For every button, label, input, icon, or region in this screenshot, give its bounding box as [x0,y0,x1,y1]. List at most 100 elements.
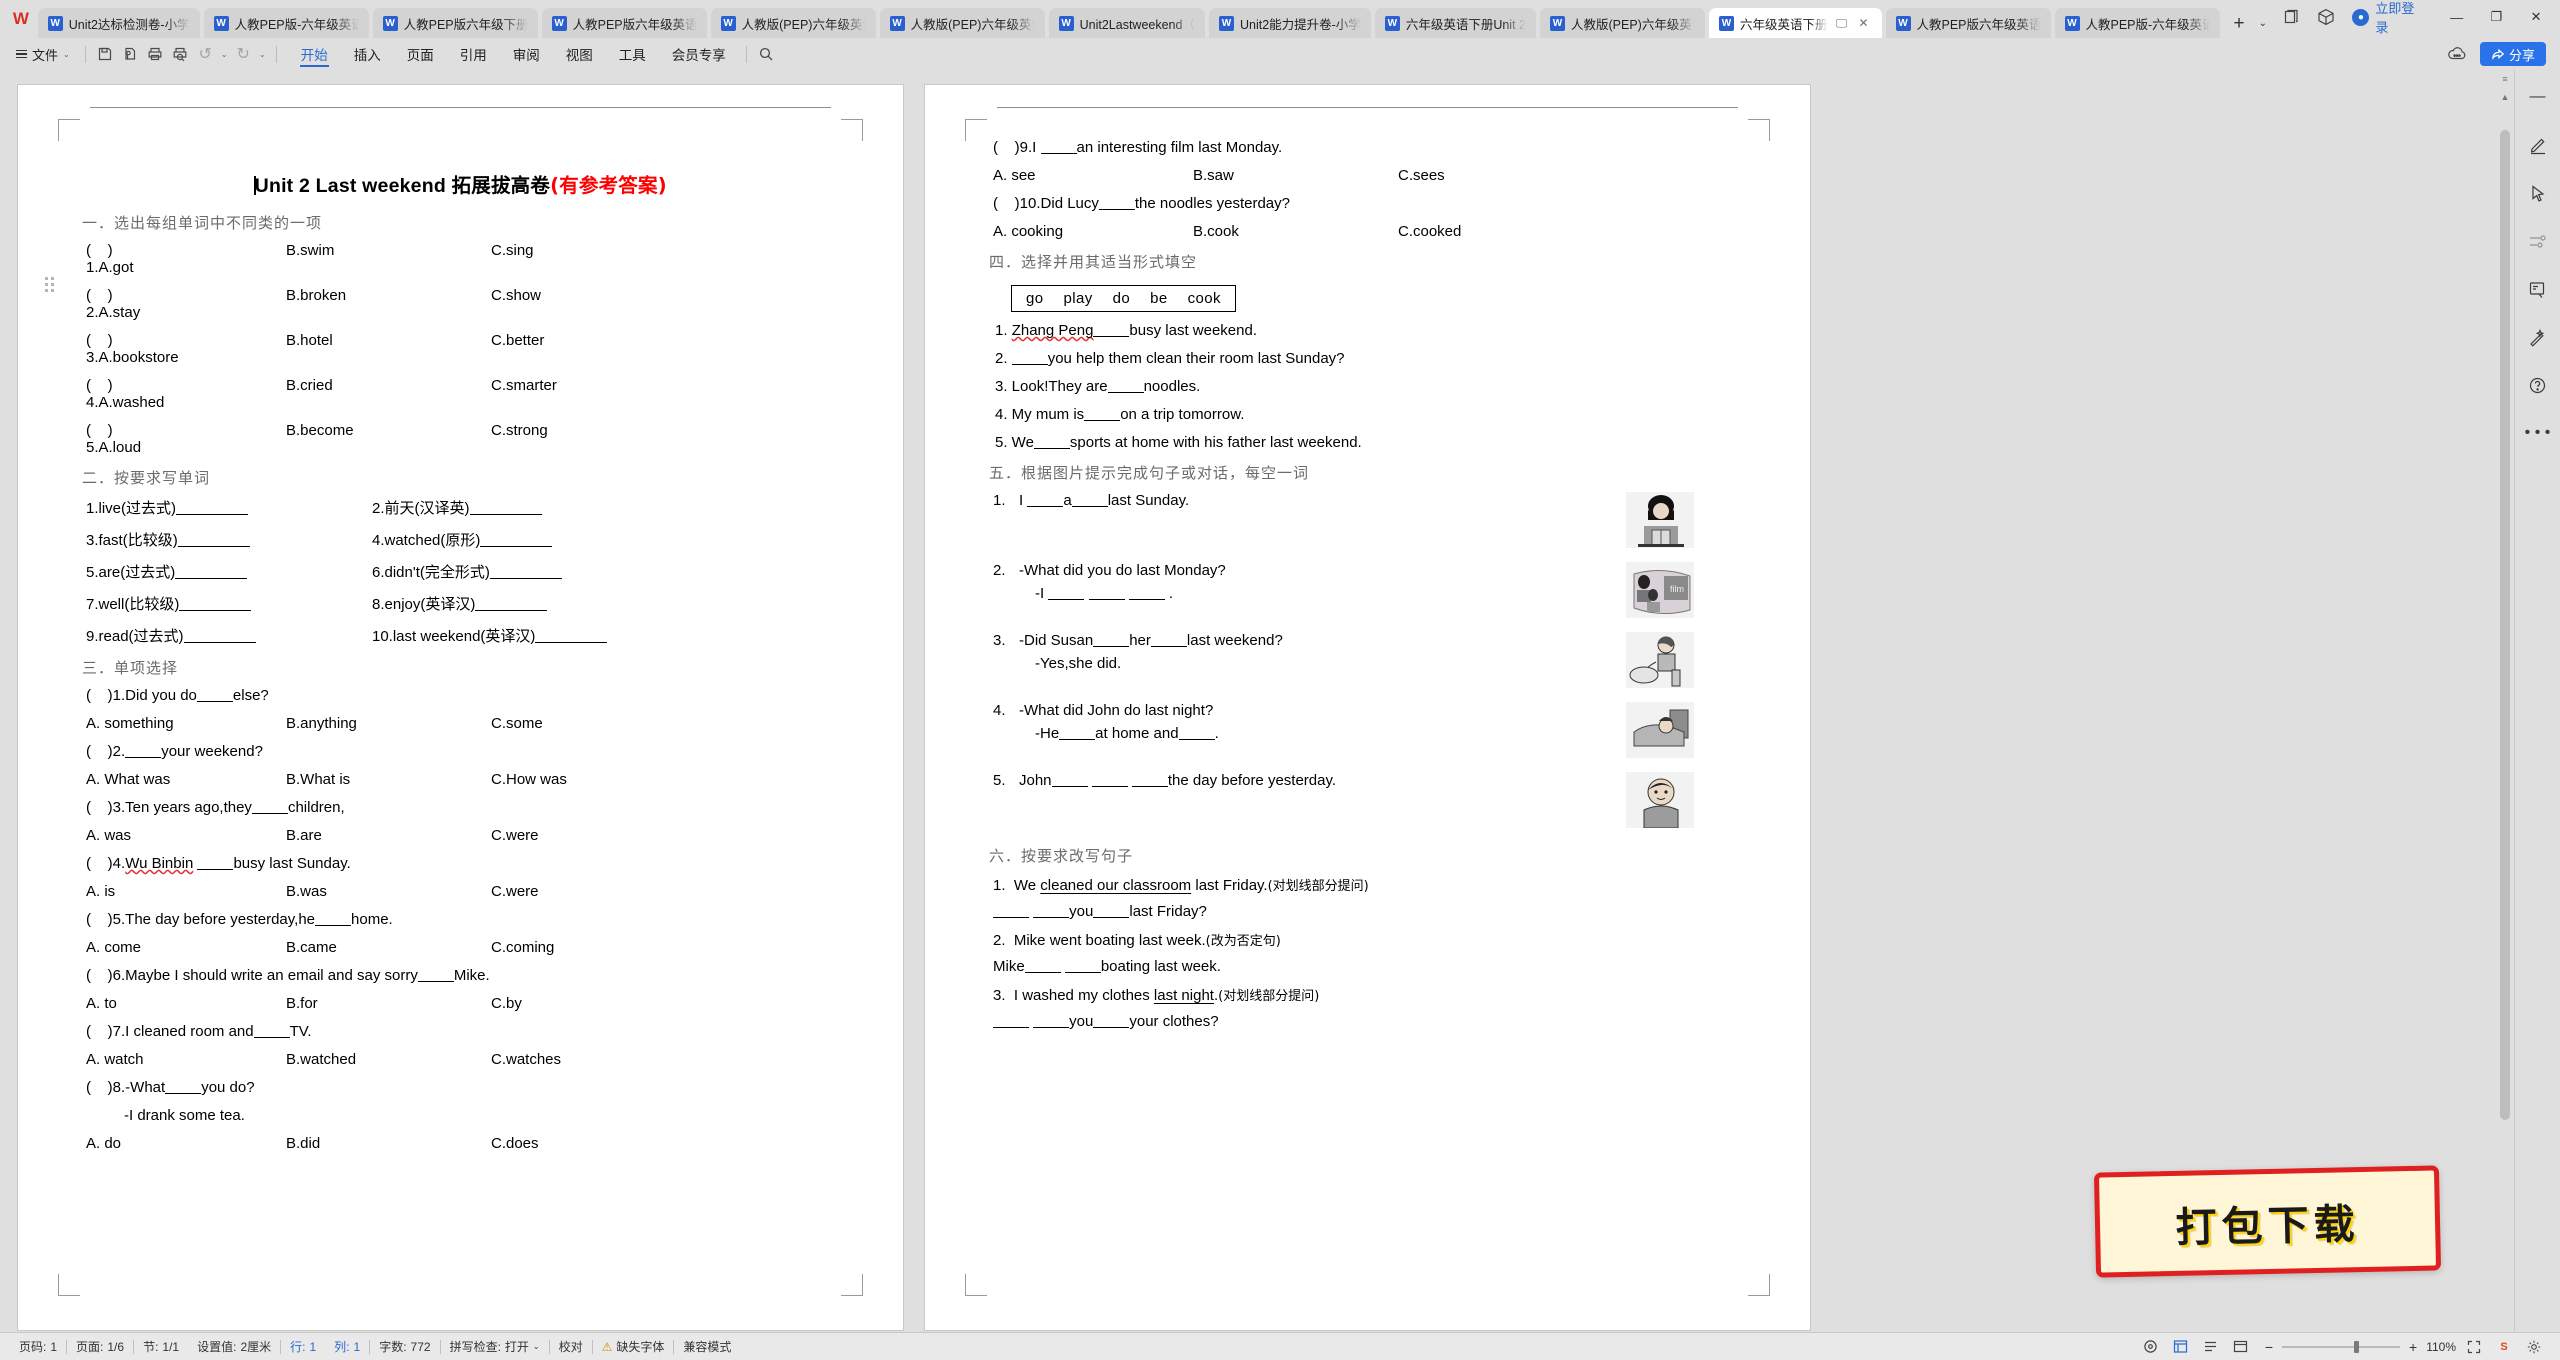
ribbon-menu-item[interactable]: 审阅 [500,39,553,69]
collapse-rail-icon[interactable]: — [2525,84,2551,110]
wps-badge-icon[interactable]: S [2492,1337,2516,1357]
status-missing-font[interactable]: ⚠ 缺失字体 [593,1338,674,1355]
word-bank-item: cook [1187,290,1221,307]
zoom-level-label[interactable]: 110% [2426,1340,2456,1354]
share-button[interactable]: 分享 [2479,42,2546,66]
scroll-split-icon[interactable]: ≡ [2496,74,2514,84]
cursor-select-icon[interactable] [2525,180,2551,206]
ribbon-menu-item[interactable]: 页面 [394,39,447,69]
section-5-items: 1. I a last Sunday. 2. -What did you do last… [983,492,1752,834]
ocr-scan-icon[interactable] [2525,276,2551,302]
download-stamp-label: 打包下载 [2175,1199,2361,1252]
document-tab[interactable]: W 人教版(PEP)六年级英语 [879,8,1045,38]
document-tab[interactable]: W Unit2能力提升卷-小学 [1208,8,1371,38]
word-bank-box: go play do be cook [1011,285,1236,312]
document-tab[interactable]: W 人教版(PEP)六年级英课 [1539,8,1705,38]
settings-gear-icon[interactable] [2522,1337,2546,1357]
document-tab[interactable]: W 人教PEP版-六年级英语 [203,8,369,38]
outline-view-icon[interactable] [2199,1337,2223,1357]
restore-button[interactable]: ❐ [2477,2,2517,32]
ribbon-menu-item[interactable]: 视图 [553,39,606,69]
undo-icon[interactable]: ↺ [193,42,218,66]
more-options-icon[interactable]: • • • [2525,420,2551,446]
setting-value: 2厘米 [240,1340,272,1354]
word-form-left: 5.are(过去式) [86,561,372,582]
help-icon[interactable] [2525,372,2551,398]
picture-prompt-item: 3. -Did Susan her last weekend? -Yes,she did… [983,632,1752,694]
page-view-icon[interactable] [2169,1337,2193,1357]
page-container: Unit 2 Last weekend 拓展拔高卷(有参考答案) 一．选出每组单… [0,70,2496,1330]
focus-view-icon[interactable] [2139,1337,2163,1357]
mcq-question: ( )3.Ten years ago,they children, [86,799,345,816]
vertical-scrollbar[interactable]: ≡ ▲ [2496,70,2514,1332]
ribbon-menu-item[interactable]: 工具 [606,39,659,69]
ribbon-menu-item[interactable]: 会员专享 [659,39,739,69]
section-heading-5: 五．根据图片提示完成句子或对话，每空一词 [989,464,1310,482]
copy-windows-icon[interactable] [2275,2,2309,32]
scroll-up-arrow-icon[interactable]: ▲ [2496,92,2514,102]
mcq-option-c: C.some [491,715,543,732]
cloud-icon[interactable] [2444,42,2470,66]
status-word-count[interactable]: 字数: 772 [370,1338,439,1355]
download-stamp[interactable]: 打包下载 [2093,1165,2442,1278]
close-icon[interactable]: ✕ [1856,15,1872,31]
document-page-right[interactable]: ( )9.I an interesting film last Monday. A… [925,85,1810,1330]
fullscreen-icon[interactable] [2462,1337,2486,1357]
zoom-slider-knob[interactable] [2354,1340,2359,1353]
scrollbar-thumb[interactable] [2500,130,2510,1120]
settings-sliders-icon[interactable] [2525,228,2551,254]
document-tab[interactable]: W 人教PEP版六年级英语 [541,8,707,38]
document-tab[interactable]: W Unit2Lastweekend（ [1048,8,1205,38]
ribbon-menu-item[interactable]: 插入 [341,39,394,69]
zoom-slider[interactable] [2282,1340,2400,1354]
redo-caret-icon[interactable]: ⌄ [256,42,269,66]
document-tab-active[interactable]: W 六年级英语下册 🖵 ✕ [1708,8,1882,38]
new-tab-button[interactable]: + [2226,14,2253,33]
document-tab[interactable]: W 六年级英语下册Unit 2 [1374,8,1536,38]
mcq-question: ( )7.I cleaned room and TV. [86,1023,312,1040]
find-print-icon[interactable] [168,42,193,66]
word-doc-icon: W [382,15,398,31]
document-tab-label: Unit2达标检测卷-小学 [68,17,190,32]
document-page-left[interactable]: Unit 2 Last weekend 拓展拔高卷(有参考答案) 一．选出每组单… [18,85,903,1330]
item-number: 3. [993,632,1006,649]
document-scroll-area[interactable]: Unit 2 Last weekend 拓展拔高卷(有参考答案) 一．选出每组单… [0,70,2496,1332]
print-icon[interactable] [143,42,168,66]
ribbon-bar: 文件 ⌄ ↺ ⌄ ↻ ⌄ 开始 插入 页面 引用 审阅 视图 工具 会员专享 分… [0,38,2560,70]
fill-blank [993,1015,1029,1028]
zoom-control[interactable]: − + 110% [2259,1339,2456,1355]
zoom-out-button[interactable]: − [2265,1339,2273,1355]
zoom-in-button[interactable]: + [2409,1339,2417,1355]
status-compat-mode[interactable]: 兼容模式 [674,1338,740,1355]
login-button[interactable]: ● 立即登录 [2342,0,2436,36]
file-menu-button[interactable]: 文件 ⌄ [8,42,78,66]
status-spellcheck[interactable]: 拼写检查: 打开 ⌄ [441,1338,549,1355]
pen-highlight-icon[interactable] [2525,132,2551,158]
document-tab[interactable]: W 人教版(PEP)六年级英语 [710,8,876,38]
cast-icon[interactable]: 🖵 [1834,15,1850,31]
document-tab[interactable]: W Unit2达标检测卷-小学 [37,8,200,38]
minimize-button[interactable]: — [2437,2,2477,32]
fill-blank [1093,1015,1130,1028]
status-proofread-button[interactable]: 校对 [550,1338,592,1355]
redo-icon[interactable]: ↻ [231,42,256,66]
print-preview-icon[interactable] [118,42,143,66]
fill-blank [469,502,542,515]
document-tab[interactable]: W 人教PEP版-六年级英语 [2054,8,2220,38]
picture-prompt-item: 4. -What did John do last night? -He at hom… [983,702,1752,764]
document-tab-label: 六年级英语下册 [1739,17,1828,32]
close-button[interactable]: ✕ [2516,2,2556,32]
cube-icon[interactable] [2309,2,2343,32]
document-tab[interactable]: W 人教PEP版六年级下册 [372,8,538,38]
document-tab[interactable]: W 人教PEP版六年级英语 [1885,8,2051,38]
magic-tools-icon[interactable] [2525,324,2551,350]
chevron-down-icon[interactable]: ⌄ [2253,18,2273,29]
ribbon-menu-item[interactable]: 引用 [447,39,500,69]
undo-caret-icon[interactable]: ⌄ [218,42,231,66]
document-tab-label: 人教PEP版六年级英语 [572,17,697,32]
word-doc-icon: W [213,15,229,31]
save-icon[interactable] [93,42,118,66]
search-icon[interactable] [754,42,779,66]
ribbon-menu-active[interactable]: 开始 [288,39,341,69]
web-view-icon[interactable] [2229,1337,2253,1357]
